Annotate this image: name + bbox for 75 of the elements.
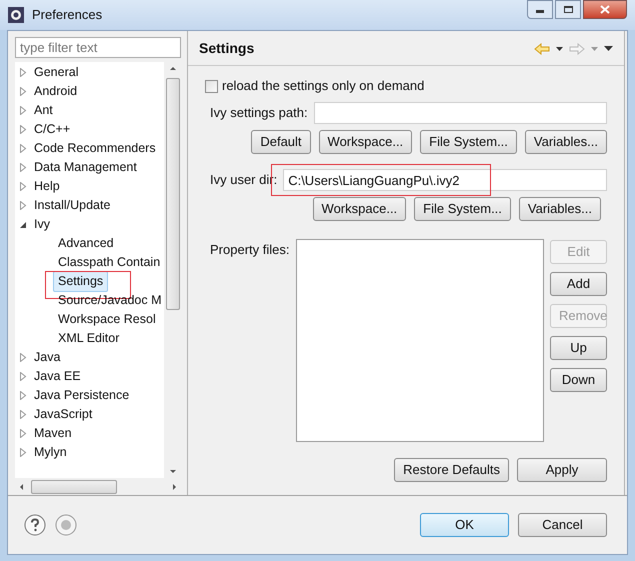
close-icon [600, 5, 610, 14]
collapsed-caret-icon[interactable] [19, 201, 27, 210]
menu-dropdown-icon[interactable] [604, 46, 613, 51]
app-icon [8, 7, 24, 23]
collapsed-caret-icon[interactable] [19, 353, 27, 362]
tree-item[interactable]: Install/Update [34, 196, 110, 215]
tree-item[interactable]: Ant [34, 101, 53, 120]
help-icon[interactable] [24, 514, 46, 536]
tree-item[interactable]: Data Management [34, 158, 137, 177]
tree-item[interactable]: C/C++ [34, 120, 70, 139]
dialog-button[interactable]: Down [550, 368, 607, 392]
tree-item[interactable]: General [34, 63, 78, 82]
tree-item[interactable]: Maven [34, 424, 72, 443]
tree-item[interactable]: Advanced [53, 233, 119, 254]
expanded-caret-icon[interactable] [19, 220, 27, 228]
tree-item[interactable]: Classpath Contain [53, 252, 164, 273]
field-label: Ivy settings path: [210, 104, 308, 122]
tree-item[interactable]: Java [34, 348, 60, 367]
tree-item[interactable]: Help [34, 177, 60, 196]
user-dir-field[interactable]: C:\Users\LiangGuangPu\.ivy2 [283, 169, 607, 191]
tree-item[interactable]: Code Recommenders [34, 139, 156, 158]
minimize-button[interactable] [527, 0, 553, 19]
settings-path-field[interactable] [314, 102, 607, 124]
collapsed-caret-icon[interactable] [19, 372, 27, 381]
back-arrow-icon[interactable] [534, 42, 550, 54]
page-title: Settings [199, 39, 254, 58]
collapsed-caret-icon[interactable] [19, 182, 27, 191]
tree-item[interactable]: Java Persistence [34, 386, 130, 405]
scroll-right-icon[interactable] [173, 484, 176, 490]
dialog-button[interactable]: File System... [414, 197, 511, 221]
close-button[interactable] [583, 0, 627, 19]
tree-item[interactable]: Workspace Resol [53, 309, 161, 330]
dialog-button[interactable]: Add [550, 272, 607, 296]
tree-item[interactable]: Java EE [34, 367, 81, 386]
maximize-button[interactable] [555, 0, 581, 19]
collapsed-caret-icon[interactable] [19, 87, 27, 96]
forward-arrow-icon[interactable] [569, 42, 585, 54]
dialog-button[interactable]: Restore Defaults [394, 458, 509, 482]
dialog-button[interactable]: Workspace... [312, 197, 406, 221]
dialog-button[interactable]: OK [420, 513, 509, 537]
dialog-button[interactable]: File System... [420, 130, 517, 154]
collapsed-caret-icon[interactable] [19, 448, 27, 457]
checkbox-label: reload the settings only on demand [222, 77, 424, 96]
dropdown-icon[interactable] [556, 46, 563, 50]
field-label: Property files: [210, 241, 290, 259]
filter-field[interactable]: type filter text [15, 37, 181, 58]
collapsed-caret-icon[interactable] [19, 429, 27, 438]
collapsed-caret-icon[interactable] [19, 106, 27, 115]
dialog-button[interactable]: Apply [517, 458, 607, 482]
collapsed-caret-icon[interactable] [19, 163, 27, 172]
scroll-up-icon[interactable] [170, 67, 176, 70]
tree-item[interactable]: Ivy [34, 215, 50, 234]
dialog-button[interactable]: Cancel [518, 513, 607, 537]
collapsed-caret-icon[interactable] [19, 410, 27, 419]
collapsed-caret-icon[interactable] [19, 391, 27, 400]
tree-item[interactable]: XML Editor [53, 328, 124, 349]
scroll-left-icon[interactable] [20, 484, 23, 490]
record-icon[interactable] [55, 514, 77, 536]
window-title: Preferences [32, 6, 102, 24]
scrollbar-thumb[interactable] [31, 480, 117, 494]
scrollbar-thumb[interactable] [166, 78, 180, 310]
collapsed-caret-icon[interactable] [19, 144, 27, 153]
dialog-button[interactable]: Variables... [524, 130, 607, 154]
collapsed-caret-icon[interactable] [19, 68, 27, 77]
dialog-button[interactable]: Variables... [518, 197, 601, 221]
scroll-down-icon[interactable] [170, 470, 176, 473]
collapsed-caret-icon[interactable] [19, 125, 27, 134]
checkbox[interactable] [205, 80, 218, 92]
dialog-button[interactable]: Default [251, 130, 311, 154]
dialog-button[interactable]: Workspace... [318, 130, 412, 154]
dialog-button[interactable]: Up [550, 336, 607, 360]
tree-item[interactable]: Android [34, 82, 78, 101]
tree-item[interactable]: JavaScript [34, 405, 92, 424]
tree-item[interactable]: Mylyn [34, 443, 67, 462]
tree-item[interactable]: Settings [53, 271, 108, 292]
